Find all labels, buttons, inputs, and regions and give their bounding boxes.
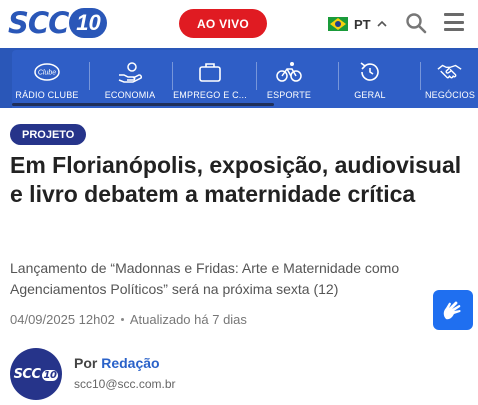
category-negocios[interactable]: NEGÓCIOS [407,50,478,102]
logo-text: SCC [8,6,69,40]
article-headline: Em Florianópolis, exposição, audiovisual… [10,152,462,207]
money-hand-icon [117,60,143,84]
category-scrollbar[interactable] [12,103,274,106]
clock-refresh-icon [357,60,383,84]
accessibility-button[interactable] [433,290,473,330]
briefcase-icon [197,60,223,84]
article-tag[interactable]: PROJETO [10,124,87,145]
handshake-icon [437,60,463,84]
category-emprego[interactable]: EMPREGO E C... [167,50,253,102]
article-meta: 04/09/2025 12h02 Atualizado há 7 dias [10,312,247,327]
author-byline: Por Redação [74,355,160,371]
category-nav: Clube RÁDIO CLUBE ECONOMIA EMPREGO E C..… [0,48,478,108]
bicycle-icon [276,60,302,84]
article-subtitle: Lançamento de “Madonnas e Fridas: Arte e… [10,260,400,297]
live-button[interactable]: AO VIVO [179,9,267,38]
category-label: GERAL [354,90,386,100]
category-geral[interactable]: GERAL [327,50,413,102]
sign-language-hands-icon [443,301,461,320]
category-label: NEGÓCIOS [424,90,476,100]
avatar-logo: SCC 10 [13,366,59,382]
search-icon[interactable] [405,12,427,34]
category-economia[interactable]: ECONOMIA [87,50,173,102]
site-header: SCC 10 AO VIVO PT [0,0,478,48]
category-label: ESPORTE [266,90,312,100]
site-logo[interactable]: SCC 10 [8,6,108,40]
author-name-link[interactable]: Redação [101,355,159,371]
author-prefix: Por [74,355,98,371]
svg-text:Clube: Clube [38,70,56,77]
hamburger-menu-icon[interactable] [444,13,464,31]
category-label: EMPREGO E C... [173,90,247,100]
published-date: 04/09/2025 12h02 [10,312,115,327]
author-avatar[interactable]: SCC 10 [10,348,62,400]
radio-clube-icon: Clube [34,60,60,84]
category-nav-strip: Clube RÁDIO CLUBE ECONOMIA EMPREGO E C..… [12,50,478,108]
author-email: scc10@scc.com.br [74,377,176,391]
logo-number: 10 [69,8,108,38]
chevron-up-icon [377,20,387,27]
category-radio-clube[interactable]: Clube RÁDIO CLUBE [4,50,90,102]
category-label: ECONOMIA [104,90,156,100]
language-code: PT [354,16,371,32]
meta-separator [120,318,124,321]
category-esporte[interactable]: ESPORTE [246,50,332,102]
category-label: RÁDIO CLUBE [15,90,79,100]
updated-time: Atualizado há 7 dias [129,312,247,327]
brazil-flag-icon [328,17,348,31]
language-selector[interactable]: PT [328,14,387,34]
